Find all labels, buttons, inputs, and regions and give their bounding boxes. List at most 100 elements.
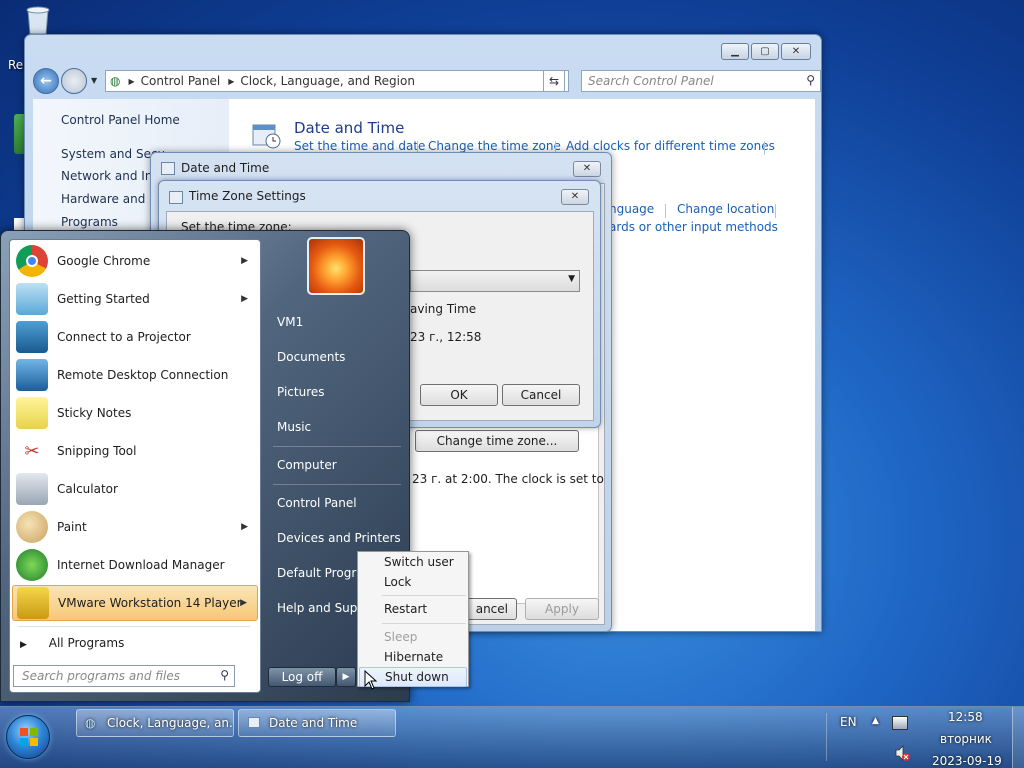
chevron-right-icon: ▶ [241,294,248,304]
control-panel-icon: ◍ [110,74,121,88]
program-remote-desktop[interactable]: Remote Desktop Connection [12,357,258,393]
network-icon[interactable] [892,716,908,730]
menu-item-lock[interactable]: Lock [359,572,467,592]
all-programs-button[interactable]: ▶ All Programs [20,636,124,650]
paint-icon [16,511,48,543]
menu-item-restart[interactable]: Restart [359,599,467,619]
chevron-down-icon: ▼ [568,274,575,284]
link-change-location[interactable]: Change location [677,202,774,216]
chevron-right-icon: ▶ [228,76,235,86]
menu-item-hibernate[interactable]: Hibernate [359,647,467,667]
projector-icon [16,321,48,353]
right-item-computer[interactable]: Computer [277,458,337,472]
program-paint[interactable]: Paint ▶ [12,509,258,545]
show-desktop-button[interactable] [1012,707,1024,768]
refresh-button[interactable]: ⇆ [543,70,565,92]
vmware-icon [17,587,49,619]
sidebar-item-home[interactable]: Control Panel Home [61,113,180,127]
program-sticky-notes[interactable]: Sticky Notes [12,395,258,431]
getting-started-icon [16,283,48,315]
clock-date[interactable]: 2023-09-19 [932,754,1002,768]
program-calculator[interactable]: Calculator [12,471,258,507]
recent-pages-icon[interactable]: ▼ [91,76,97,85]
time-zone-select[interactable]: ▼ [410,270,580,292]
divider [273,484,401,485]
programs-panel: Google Chrome ▶ Getting Started ▶ Connec… [9,239,261,693]
program-snipping-tool[interactable]: ✂ Snipping Tool [12,433,258,469]
program-label: Calculator [57,482,118,496]
program-label: Internet Download Manager [57,558,225,572]
time-zone-icon [169,191,183,204]
idm-icon [16,549,48,581]
log-off-button[interactable]: Log off [268,667,336,687]
sidebar-item-programs[interactable]: Programs [61,215,118,229]
dst-info-text: 23 г. at 2:00. The clock is set to [412,472,604,486]
divider [775,204,776,218]
maximize-button[interactable]: ▢ [751,43,779,60]
right-item-documents[interactable]: Documents [277,350,345,364]
taskbar-button-date-time[interactable]: Date and Time [238,709,396,737]
language-indicator[interactable]: EN [840,715,857,729]
chevron-up-icon[interactable]: ▲ [872,716,879,726]
program-getting-started[interactable]: Getting Started ▶ [12,281,258,317]
recycle-bin-icon[interactable] [20,6,56,36]
link-change-language[interactable]: nguage [609,202,654,216]
section-title-date-time[interactable]: Date and Time [294,119,404,137]
apply-button[interactable]: Apply [525,598,599,620]
close-button[interactable]: ✕ [561,189,589,205]
right-item-pictures[interactable]: Pictures [277,385,325,399]
taskbar-label: Clock, Language, an... [107,716,234,730]
right-item-control-panel[interactable]: Control Panel [277,496,357,510]
clock-day[interactable]: вторник [940,732,992,746]
link-keyboards[interactable]: ards or other input methods [609,220,778,234]
sidebar-item-network[interactable]: Network and Inte [61,169,165,183]
start-search-input[interactable]: Search programs and files ⚲ [13,665,235,687]
search-icon[interactable]: ⚲ [220,668,229,682]
user-avatar[interactable] [307,237,365,295]
link-add-clocks[interactable]: Add clocks for different time zones [566,139,775,153]
chevron-right-icon: ▶ [240,598,247,608]
chrome-icon [16,245,48,277]
start-menu: Google Chrome ▶ Getting Started ▶ Connec… [0,230,410,702]
program-label: VMware Workstation 14 Player [58,596,242,610]
link-change-time-zone[interactable]: Change the time zone [428,139,561,153]
recycle-bin-label: Re [8,58,24,72]
link-set-time-date[interactable]: Set the time and date [294,139,425,153]
close-button[interactable]: ✕ [781,43,811,60]
program-label: Snipping Tool [57,444,137,458]
search-icon[interactable]: ⚲ [806,73,815,87]
clock-time[interactable]: 12:58 [948,710,983,724]
program-google-chrome[interactable]: Google Chrome ▶ [12,243,258,279]
calculator-icon [16,473,48,505]
divider [764,141,765,155]
search-input[interactable]: Search Control Panel ⚲ [581,70,821,92]
volume-muted-icon[interactable] [894,745,910,761]
right-item-music[interactable]: Music [277,420,311,434]
cancel-button[interactable]: Cancel [502,384,580,406]
breadcrumb-clock-language-region[interactable]: Clock, Language, and Region [240,74,415,88]
search-placeholder: Search Control Panel [588,74,714,88]
program-vmware-player[interactable]: VMware Workstation 14 Player ▶ [12,585,258,621]
forward-button[interactable] [61,68,87,94]
program-label: Connect to a Projector [57,330,191,344]
start-button[interactable] [6,715,50,759]
shutdown-options-button[interactable]: ▶ [336,667,356,687]
remote-desktop-icon [16,359,48,391]
minimize-button[interactable]: ▁ [721,43,749,60]
program-internet-download-manager[interactable]: Internet Download Manager [12,547,258,583]
breadcrumb-control-panel[interactable]: Control Panel [141,74,221,88]
close-button[interactable]: ✕ [573,161,601,177]
right-item-user[interactable]: VM1 [277,315,303,329]
chevron-right-icon: ▶ [20,640,27,650]
dst-checkbox-label[interactable]: aving Time [410,302,476,316]
taskbar-button-control-panel[interactable]: ◍ Clock, Language, an... [76,709,234,737]
program-connect-projector[interactable]: Connect to a Projector [12,319,258,355]
ok-button[interactable]: OK [420,384,498,406]
back-button[interactable]: ← [33,68,59,94]
menu-item-switch-user[interactable]: Switch user [359,552,467,572]
address-bar[interactable]: ◍ ▶ Control Panel ▶ Clock, Language, and… [105,70,569,92]
sidebar-item-hardware[interactable]: Hardware and So [61,192,164,206]
divider [273,446,401,447]
change-time-zone-button[interactable]: Change time zone... [415,430,579,452]
right-item-devices-printers[interactable]: Devices and Printers [277,531,401,545]
